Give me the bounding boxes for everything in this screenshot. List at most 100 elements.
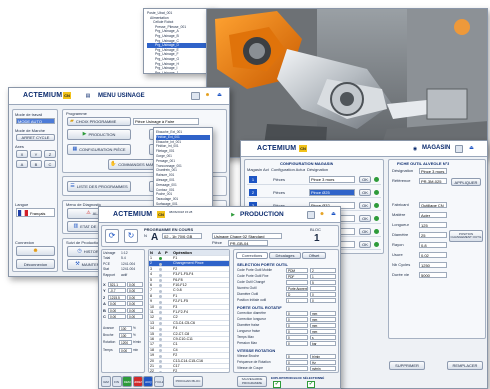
tab-decalages[interactable]: Décalages	[269, 252, 301, 259]
settings-button[interactable]	[191, 92, 200, 100]
param-field-value[interactable]: mm	[310, 323, 336, 328]
remplacer-button[interactable]: REMPLACER	[447, 361, 483, 370]
history-icon: ◷	[77, 248, 82, 254]
tab-corrections[interactable]: Corrections	[236, 252, 268, 259]
axe-x-button[interactable]: X	[16, 150, 28, 158]
param-value[interactable]: 1200	[119, 340, 132, 346]
magasin-row[interactable]: 2 Pièces Pince Ø25 OK	[247, 187, 381, 198]
suivi-group-label: Suivi de Production	[66, 240, 101, 245]
sauvegarde-programme-button[interactable]: SAUVEGARDE PROGRAMME	[237, 376, 267, 387]
param-field-value[interactable]: bar	[310, 341, 336, 346]
exit-icon[interactable]: ⏏	[215, 91, 224, 100]
fiche-field-value[interactable]: 25	[419, 232, 447, 238]
footer-button[interactable]: DEM	[122, 376, 133, 387]
magasin-row-state[interactable]: OK	[359, 189, 371, 196]
param-field-value[interactable]: mm	[310, 317, 336, 322]
fiche-field-value[interactable]: Acier	[419, 212, 447, 218]
axe-y-button[interactable]: Y	[30, 150, 42, 158]
footer-button[interactable]: FIN	[111, 376, 122, 387]
configuration-piece-button[interactable]: ▦ CONFIGURATION PIÈCE	[67, 144, 131, 155]
magasin-row-state[interactable]: OK	[359, 176, 371, 183]
production-label: PRODUCTION	[88, 132, 116, 137]
fiche-field-value[interactable]: 0.8	[419, 242, 447, 248]
deconnexion-button[interactable]: Déconnexion	[16, 259, 55, 269]
footer-button[interactable]: IHM	[101, 376, 111, 387]
fiche-field-value[interactable]: Pince 3 mors	[419, 168, 447, 174]
magasin-row-state[interactable]: OK	[359, 241, 371, 248]
appliquer-button[interactable]: APPLIQUER	[451, 178, 481, 186]
user-icon[interactable]: ☻	[203, 91, 212, 100]
magasin-row[interactable]: 1 Pièces Pince 3 mors OK	[247, 174, 381, 185]
magasin-row-designation[interactable]: Pince Ø25	[309, 189, 355, 196]
tab-offset[interactable]: Offset	[302, 252, 326, 259]
axe-b-button[interactable]: B	[30, 160, 42, 168]
param-value[interactable]: 100	[119, 333, 132, 339]
refresh-icon[interactable]: ↻	[124, 229, 138, 243]
fiche-field-value[interactable]: 1250	[419, 262, 447, 268]
prochain-bloc-button[interactable]: PROCHAIN BLOC	[173, 376, 203, 387]
axe-a-button[interactable]: A	[16, 160, 28, 168]
param-field-value[interactable]: m/min	[310, 366, 336, 371]
param-field-value[interactable]: Hz	[310, 360, 336, 365]
magasin-row-state[interactable]: OK	[359, 215, 371, 222]
fiche-field-value[interactable]: Outillage CN	[419, 202, 447, 208]
stat-label: Total	[103, 256, 111, 261]
production-button[interactable]: ▶ PRODUCTION	[67, 129, 131, 140]
param-field-label: Longueur fraise	[237, 329, 260, 333]
fiche-field-value[interactable]: 5000	[419, 272, 447, 278]
param-field-value[interactable]: tr/min	[310, 354, 336, 359]
param-field-value[interactable]: 1	[310, 274, 336, 279]
param-value[interactable]: 100	[119, 326, 132, 331]
axe-c-button[interactable]: C	[44, 160, 56, 168]
param-field-value[interactable]: 0	[310, 298, 336, 303]
magasin-row-designation[interactable]: Pince 3 mors	[309, 176, 355, 183]
param-field-code: PDM	[286, 268, 308, 273]
liste-programmes-button[interactable]: ☰ LISTE DES PROGRAMMES	[67, 181, 131, 192]
fiche-field-value[interactable]: 125	[419, 222, 447, 228]
footer-button[interactable]: ARRET	[132, 376, 143, 387]
language-select[interactable]: Français	[16, 208, 55, 217]
connexion-button[interactable]: ☻	[16, 246, 55, 256]
cycle-icon[interactable]: ⟳	[105, 229, 119, 243]
settings-button[interactable]	[455, 145, 463, 153]
param-field-value[interactable]: 0	[310, 292, 336, 297]
param-field-value[interactable]: s	[310, 335, 336, 340]
rotor-label: PORTE OUTIL ROTATIF	[237, 305, 282, 310]
user-icon[interactable]: ☻	[318, 210, 326, 219]
play-icon: ▶	[82, 131, 87, 137]
supprimer-button[interactable]: SUPPRIMER	[389, 361, 425, 370]
param-field-value[interactable]: 5	[310, 280, 336, 285]
stat-label: Usinage	[103, 251, 116, 255]
tree-item[interactable]: Prg_Usinage_J	[147, 71, 212, 73]
param-field-value[interactable]	[310, 286, 336, 291]
axes-label: Axes	[15, 144, 24, 149]
footer-button[interactable]: CYCLE	[154, 376, 164, 387]
param-field-value[interactable]: mm	[310, 329, 336, 334]
exit-icon[interactable]: ⏏	[467, 144, 476, 153]
fiche-field-value[interactable]: 0.02	[419, 252, 447, 258]
axis-position: -0.7	[108, 288, 126, 294]
check-sauvegarde-icon[interactable]: ✔	[307, 381, 315, 388]
gcode-row[interactable]: 22 F2	[149, 369, 229, 372]
fiche-field-value[interactable]: PR-3M-025	[419, 178, 447, 184]
param-field-value[interactable]: mm	[310, 311, 336, 316]
magasin-row-state[interactable]: OK	[359, 228, 371, 235]
gcode-row-led-icon	[159, 327, 162, 331]
rotor-fields: Correction diamètre 0 mm Correction longueu…	[236, 311, 336, 347]
arret-cycle-button[interactable]: ARRET CYCLE	[16, 134, 55, 141]
gcode-row-led-icon	[159, 338, 162, 342]
footer-button[interactable]: ACQ	[143, 376, 154, 387]
settings-button[interactable]	[307, 211, 315, 219]
robot-3d-view-window[interactable]	[206, 8, 488, 158]
robot-3d-scene[interactable]	[207, 9, 488, 158]
axe-z-button[interactable]: Z	[44, 150, 56, 158]
position-changement-button[interactable]: POSITION CHANGEMENT OUTIL	[449, 230, 483, 242]
param-field-value[interactable]: 2	[310, 268, 336, 273]
param-value[interactable]: 0:00	[119, 347, 132, 353]
check-apprentissage-icon[interactable]: ✔	[273, 381, 281, 388]
exit-icon[interactable]: ⏏	[329, 210, 338, 219]
choix-programme-button[interactable]: ▰ CHOIX PROGRAMME	[67, 117, 131, 126]
cn-badge: CN	[63, 92, 71, 99]
programme-field[interactable]: Pièce Usinage à Faire	[133, 118, 199, 125]
magasin-row-state[interactable]: OK	[359, 202, 371, 209]
